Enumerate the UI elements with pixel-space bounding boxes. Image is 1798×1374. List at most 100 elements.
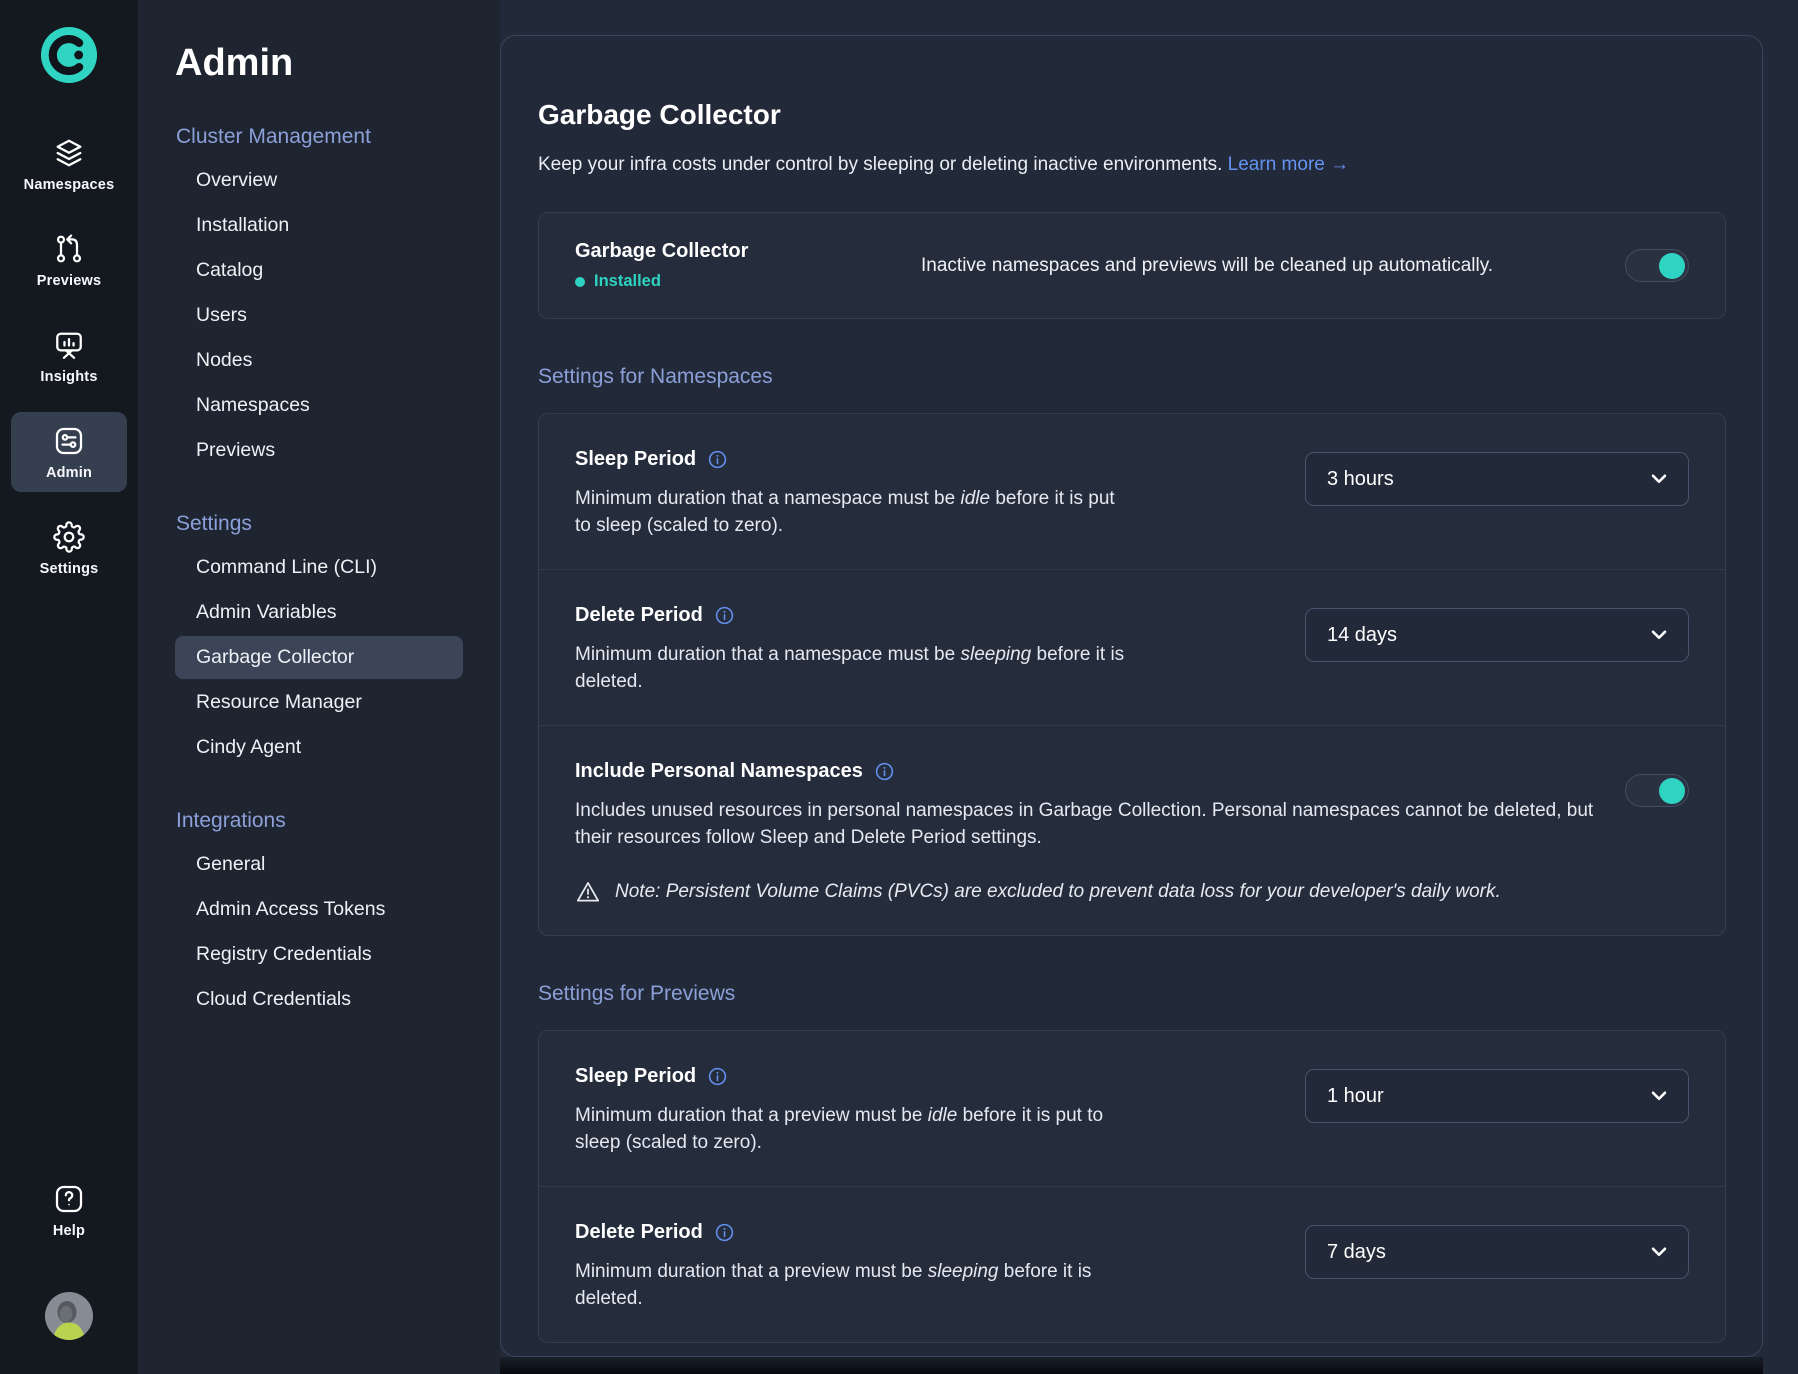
sidebar-item-previews[interactable]: Previews xyxy=(175,429,463,472)
row-title: Delete Period xyxy=(575,1221,703,1244)
desc-em: idle xyxy=(928,1105,958,1126)
sliders-icon xyxy=(53,425,85,457)
row-description: Includes unused resources in personal na… xyxy=(575,797,1595,851)
row-title: Include Personal Namespaces xyxy=(575,760,863,783)
garbage-collector-toggle[interactable] xyxy=(1625,249,1689,282)
page-title: Garbage Collector xyxy=(538,99,1726,131)
rail-item-label: Help xyxy=(53,1223,85,1239)
rail-item-insights[interactable]: Insights xyxy=(11,316,127,396)
sidebar-item-installation[interactable]: Installation xyxy=(175,204,463,247)
sidebar-section-cluster-management: Cluster Management xyxy=(176,125,500,149)
namespace-sleep-period-select[interactable]: 3 hours xyxy=(1305,452,1689,506)
namespace-delete-period-select[interactable]: 14 days xyxy=(1305,608,1689,662)
status-badge: Installed xyxy=(594,272,661,291)
okteto-logo[interactable] xyxy=(40,26,98,84)
sidebar-item-cindy-agent[interactable]: Cindy Agent xyxy=(175,726,463,769)
row-title: Delete Period xyxy=(575,604,703,627)
preview-sleep-period-row: Sleep Period Minimum duration that a pre… xyxy=(539,1031,1725,1186)
row-description: Minimum duration that a namespace must b… xyxy=(575,485,1135,539)
rail-item-help[interactable]: Help xyxy=(11,1170,127,1250)
sidebar-item-admin-access-tokens[interactable]: Admin Access Tokens xyxy=(175,888,463,931)
rail-item-previews[interactable]: Previews xyxy=(11,220,127,300)
rail-item-admin[interactable]: Admin xyxy=(11,412,127,492)
row-description: Minimum duration that a namespace must b… xyxy=(575,641,1135,695)
row-left: Sleep Period Minimum duration that a pre… xyxy=(575,1065,1305,1156)
status-card-title: Garbage Collector xyxy=(575,240,921,263)
installed-status-dot xyxy=(575,277,585,287)
user-avatar[interactable] xyxy=(45,1292,93,1340)
preview-delete-period-row: Delete Period Minimum duration that a pr… xyxy=(539,1186,1725,1342)
page-subtitle-text: Keep your infra costs under control by s… xyxy=(538,154,1222,175)
namespace-sleep-period-row: Sleep Period Minimum duration that a nam… xyxy=(539,414,1725,569)
pull-request-icon xyxy=(53,233,85,265)
row-left: Include Personal Namespaces Includes unu… xyxy=(575,760,1595,905)
warning-icon xyxy=(575,879,601,905)
include-personal-namespaces-toggle[interactable] xyxy=(1625,774,1689,807)
status-card-description: Inactive namespaces and previews will be… xyxy=(921,255,1571,277)
sidebar-item-catalog[interactable]: Catalog xyxy=(175,249,463,292)
sidebar-item-garbage-collector[interactable]: Garbage Collector xyxy=(175,636,463,679)
sidebar-item-overview[interactable]: Overview xyxy=(175,159,463,202)
row-left: Delete Period Minimum duration that a na… xyxy=(575,604,1305,695)
sidebar-item-general[interactable]: General xyxy=(175,843,463,886)
preview-delete-period-select[interactable]: 7 days xyxy=(1305,1225,1689,1279)
sidebar-item-command-line-cli[interactable]: Command Line (CLI) xyxy=(175,546,463,589)
row-left: Delete Period Minimum duration that a pr… xyxy=(575,1221,1305,1312)
sidebar-item-users[interactable]: Users xyxy=(175,294,463,337)
icon-rail: Namespaces Previews In xyxy=(0,0,138,1374)
info-icon[interactable] xyxy=(707,449,728,470)
chevron-down-icon xyxy=(1648,624,1670,646)
desc-em: idle xyxy=(960,488,990,509)
row-titleline: Include Personal Namespaces xyxy=(575,760,1595,783)
main-region: Garbage Collector Keep your infra costs … xyxy=(500,0,1798,1374)
info-icon[interactable] xyxy=(714,605,735,626)
info-icon[interactable] xyxy=(707,1066,728,1087)
sidebar-section-settings: Settings xyxy=(176,512,500,536)
admin-sidebar: Admin Cluster Management Overview Instal… xyxy=(138,0,500,1374)
sidebar-section-integrations: Integrations xyxy=(176,809,500,833)
select-value: 14 days xyxy=(1327,624,1397,647)
page-subtitle: Keep your infra costs under control by s… xyxy=(538,154,1726,176)
gear-icon xyxy=(53,521,85,553)
insights-board-icon xyxy=(53,329,85,361)
sidebar-item-namespaces[interactable]: Namespaces xyxy=(175,384,463,427)
sidebar-item-nodes[interactable]: Nodes xyxy=(175,339,463,382)
bottom-fade xyxy=(500,1357,1763,1374)
chevron-down-icon xyxy=(1648,468,1670,490)
row-titleline: Delete Period xyxy=(575,604,1305,627)
section-heading-previews: Settings for Previews xyxy=(538,982,1726,1006)
select-value: 1 hour xyxy=(1327,1085,1384,1108)
info-icon[interactable] xyxy=(714,1222,735,1243)
rail-item-label: Namespaces xyxy=(24,177,115,193)
rail-item-label: Insights xyxy=(40,369,97,385)
section-heading-namespaces: Settings for Namespaces xyxy=(538,365,1726,389)
row-description: Minimum duration that a preview must be … xyxy=(575,1258,1135,1312)
desc-pre: Minimum duration that a namespace must b… xyxy=(575,488,960,509)
info-icon[interactable] xyxy=(874,761,895,782)
namespace-delete-period-row: Delete Period Minimum duration that a na… xyxy=(539,569,1725,725)
status-card-titleblock: Garbage Collector Installed xyxy=(575,240,921,291)
sidebar-item-resource-manager[interactable]: Resource Manager xyxy=(175,681,463,724)
layers-icon xyxy=(53,137,85,169)
namespaces-settings-card: Sleep Period Minimum duration that a nam… xyxy=(538,413,1726,936)
rail-item-namespaces[interactable]: Namespaces xyxy=(11,124,127,204)
toggle-knob xyxy=(1659,778,1685,804)
note-text: Note: Persistent Volume Claims (PVCs) ar… xyxy=(615,881,1501,903)
learn-more-link[interactable]: Learn more → xyxy=(1228,154,1349,175)
desc-em: sleeping xyxy=(928,1261,999,1282)
row-title: Sleep Period xyxy=(575,448,696,471)
rail-item-settings[interactable]: Settings xyxy=(11,508,127,588)
garbage-collector-panel: Garbage Collector Keep your infra costs … xyxy=(500,35,1763,1357)
row-description: Minimum duration that a preview must be … xyxy=(575,1102,1135,1156)
row-title: Sleep Period xyxy=(575,1065,696,1088)
status-line: Installed xyxy=(575,272,921,291)
select-value: 3 hours xyxy=(1327,468,1394,491)
sidebar-item-admin-variables[interactable]: Admin Variables xyxy=(175,591,463,634)
pvc-note: Note: Persistent Volume Claims (PVCs) ar… xyxy=(575,879,1595,905)
preview-sleep-period-select[interactable]: 1 hour xyxy=(1305,1069,1689,1123)
desc-pre: Minimum duration that a preview must be xyxy=(575,1261,928,1282)
sidebar-item-cloud-credentials[interactable]: Cloud Credentials xyxy=(175,978,463,1021)
row-left: Sleep Period Minimum duration that a nam… xyxy=(575,448,1305,539)
row-titleline: Sleep Period xyxy=(575,1065,1305,1088)
sidebar-item-registry-credentials[interactable]: Registry Credentials xyxy=(175,933,463,976)
